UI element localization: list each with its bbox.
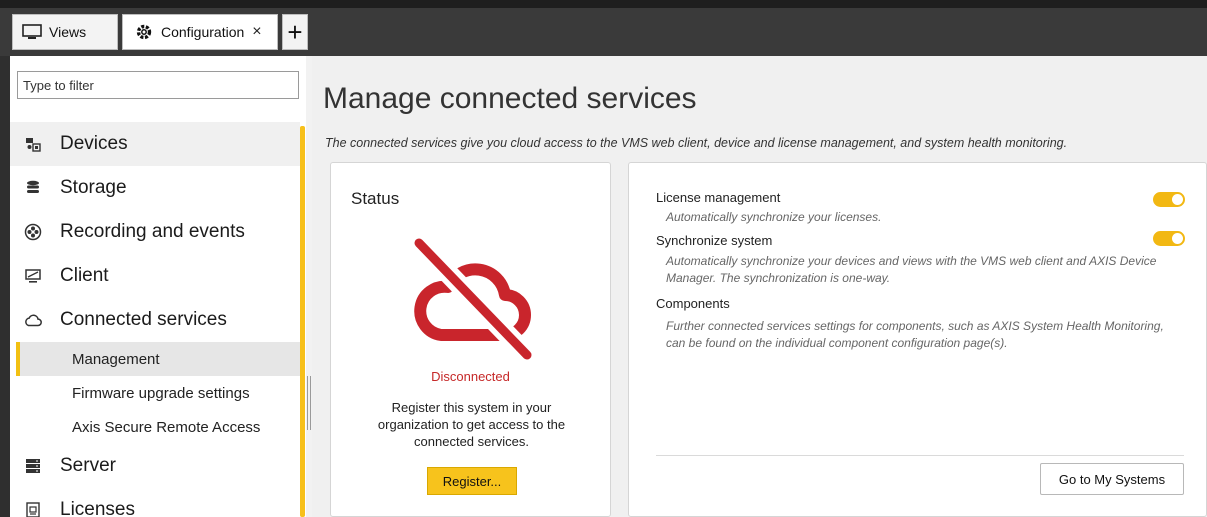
sidebar-item-storage[interactable]: Storage — [10, 166, 300, 210]
synchronize-system-label: Synchronize system — [656, 233, 773, 248]
tab-configuration-label: Configuration — [161, 24, 245, 40]
divider — [656, 455, 1184, 456]
status-card: Status Disconnected Register this system… — [330, 162, 611, 517]
tab-views[interactable]: Views — [12, 14, 118, 50]
connection-status-text: Disconnected — [431, 369, 510, 384]
devices-icon — [24, 135, 42, 153]
register-button[interactable]: Register... — [427, 467, 517, 495]
license-management-description: Automatically synchronize your licenses. — [666, 210, 882, 224]
tab-configuration[interactable]: Configuration × — [122, 14, 278, 50]
sidebar-item-label: Storage — [60, 177, 127, 198]
add-tab-button[interactable]: + — [282, 14, 308, 50]
window-top-border — [0, 0, 1207, 8]
close-tab-icon[interactable]: × — [252, 23, 261, 41]
sidebar-item-label: Connected services — [60, 309, 227, 330]
page-title: Manage connected services — [323, 82, 697, 115]
sidebar-subitem-secure-remote-access[interactable]: Axis Secure Remote Access — [10, 410, 300, 444]
components-label: Components — [656, 296, 730, 311]
sidebar-item-recording[interactable]: Recording and events — [10, 210, 300, 254]
filter-input[interactable] — [17, 71, 299, 99]
toggle-knob — [1172, 233, 1183, 244]
cloud-disconnected-icon — [411, 236, 535, 362]
sidebar-subitem-label: Management — [72, 350, 160, 368]
sidebar-item-server[interactable]: Server — [10, 444, 300, 488]
sidebar-subitem-label: Firmware upgrade settings — [72, 384, 250, 402]
register-instructions: Register this system in your organizatio… — [377, 400, 566, 449]
status-title: Status — [351, 189, 400, 208]
sidebar: Devices Storage Recording and events Cli… — [10, 56, 306, 517]
sidebar-item-label: Licenses — [60, 499, 135, 517]
client-icon — [24, 267, 42, 285]
tab-views-label: Views — [49, 24, 87, 40]
sidebar-item-label: Server — [60, 455, 116, 476]
sidebar-subitem-label: Axis Secure Remote Access — [72, 418, 261, 436]
sidebar-nav: Devices Storage Recording and events Cli… — [10, 122, 300, 517]
settings-card: License management Automatically synchro… — [628, 162, 1207, 517]
recording-icon — [24, 223, 42, 241]
sidebar-item-connected-services[interactable]: Connected services — [10, 298, 300, 342]
license-management-toggle[interactable] — [1153, 192, 1185, 207]
sidebar-item-label: Devices — [60, 133, 128, 154]
main-content: Manage connected services The connected … — [312, 56, 1207, 517]
sidebar-item-devices[interactable]: Devices — [10, 122, 300, 166]
sidebar-subitem-firmware[interactable]: Firmware upgrade settings — [10, 376, 300, 410]
monitor-icon — [21, 23, 43, 41]
toggle-knob — [1172, 194, 1183, 205]
sidebar-item-label: Recording and events — [60, 221, 245, 242]
storage-icon — [24, 179, 42, 197]
license-management-label: License management — [656, 190, 781, 205]
sidebar-item-label: Client — [60, 265, 109, 286]
sidebar-item-licenses[interactable]: Licenses — [10, 488, 300, 517]
licenses-icon — [24, 501, 42, 517]
cloud-icon — [24, 311, 42, 329]
splitter-grip[interactable] — [307, 376, 311, 430]
components-description: Further connected services settings for … — [666, 319, 1164, 350]
server-icon — [24, 457, 42, 475]
synchronize-system-toggle[interactable] — [1153, 231, 1185, 246]
sidebar-scrollbar[interactable] — [300, 126, 305, 517]
tab-bar: Views Configuration × + — [0, 0, 1207, 56]
sidebar-item-client[interactable]: Client — [10, 254, 300, 298]
gear-icon — [133, 23, 155, 41]
synchronize-system-description: Automatically synchronize your devices a… — [666, 254, 1157, 285]
go-to-my-systems-button[interactable]: Go to My Systems — [1040, 463, 1184, 495]
sidebar-subitem-management[interactable]: Management — [16, 342, 300, 376]
page-description: The connected services give you cloud ac… — [325, 136, 1068, 150]
